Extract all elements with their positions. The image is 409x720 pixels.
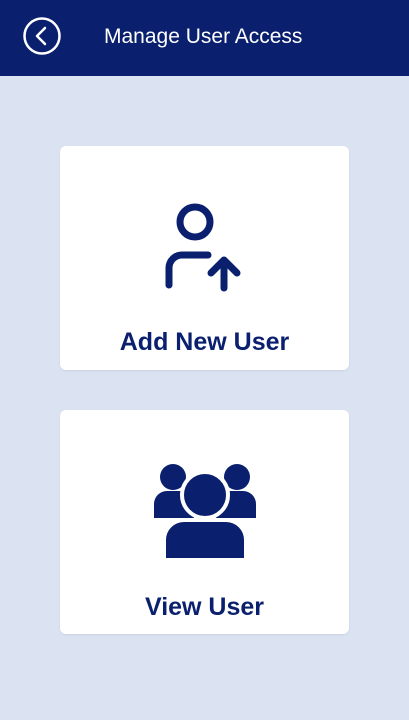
user-group-icon: [153, 464, 256, 562]
add-new-user-card[interactable]: Add New User: [60, 146, 349, 370]
view-user-label: View User: [144, 593, 265, 621]
chevron-left-circle-icon: [23, 17, 61, 55]
view-user-card[interactable]: View User: [60, 410, 349, 634]
page-title: Manage User Access: [104, 25, 303, 48]
add-new-user-label: Add New User: [119, 328, 290, 356]
header-bar: Manage User Access: [0, 0, 409, 76]
app-screen: Manage User Access Add New User View Use…: [0, 0, 409, 720]
back-button[interactable]: [22, 16, 62, 56]
add-user-icon: [165, 203, 240, 292]
